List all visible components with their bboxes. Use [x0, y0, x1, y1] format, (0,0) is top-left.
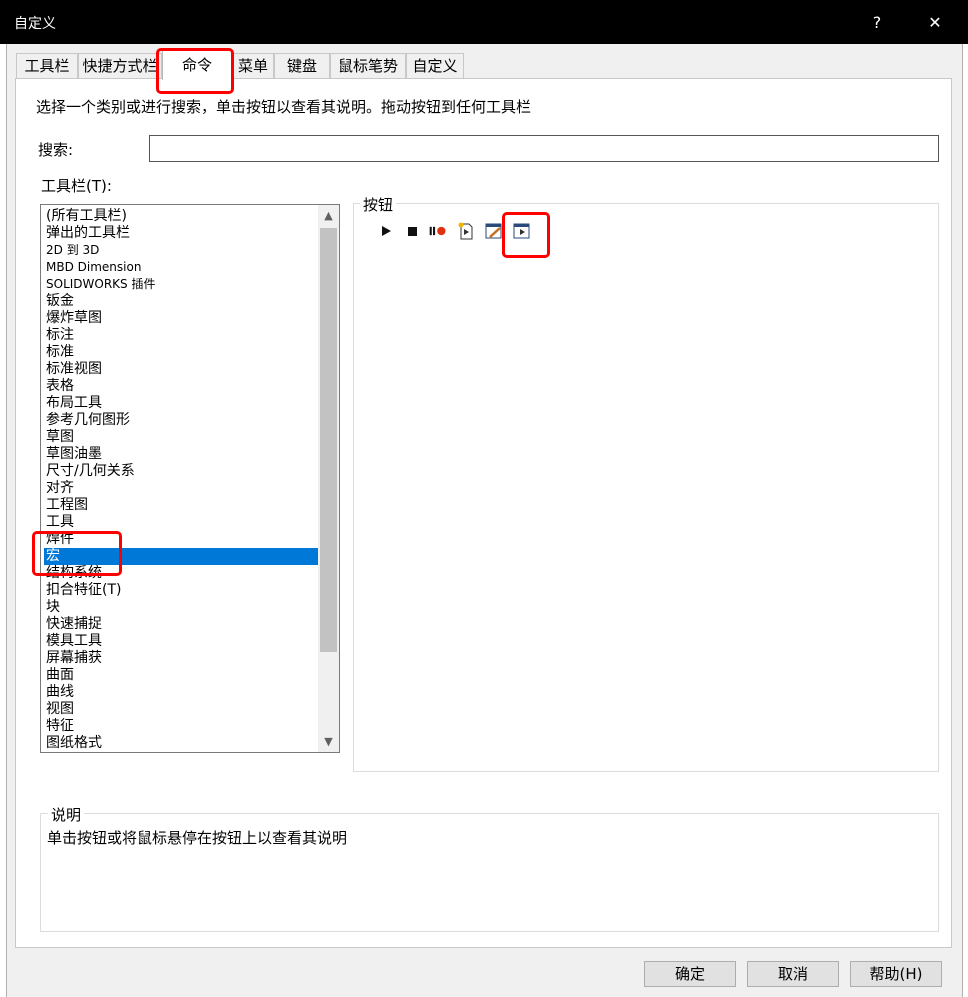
- tab-keyboard[interactable]: 键盘: [274, 53, 330, 78]
- toolbar-list-item[interactable]: 钣金: [44, 293, 319, 310]
- toolbar-list-item[interactable]: 模具工具: [44, 633, 319, 650]
- toolbar-list-item[interactable]: 标注: [44, 327, 319, 344]
- tab-commands[interactable]: 命令: [162, 49, 232, 80]
- description-text: 单击按钮或将鼠标悬停在按钮上以查看其说明: [47, 829, 348, 847]
- new-macro-icon[interactable]: [456, 221, 476, 241]
- toolbar-list-item[interactable]: 爆炸草图: [44, 310, 319, 327]
- custom-macro-icon[interactable]: [512, 221, 532, 241]
- toolbar-list-item[interactable]: 屏幕捕获: [44, 650, 319, 667]
- toolbar-list-item[interactable]: 焊件: [44, 531, 319, 548]
- tab-menus[interactable]: 菜单: [232, 53, 274, 78]
- tab-customization[interactable]: 自定义: [406, 53, 464, 78]
- cancel-button[interactable]: 取消: [747, 961, 839, 987]
- toolbar-list-item[interactable]: 曲线: [44, 684, 319, 701]
- toolbar-list-item[interactable]: 快速捕捉: [44, 616, 319, 633]
- search-label: 搜索:: [38, 141, 74, 159]
- toolbar-list-item[interactable]: 2D 到 3D: [44, 242, 319, 259]
- toolbar-list-item[interactable]: 特征: [44, 718, 319, 735]
- stop-macro-icon[interactable]: [403, 221, 423, 241]
- toolbar-list-item[interactable]: 宏: [44, 548, 319, 565]
- toolbar-list-item[interactable]: MBD Dimension: [44, 259, 319, 276]
- tab-shortcut-bars[interactable]: 快捷方式栏: [78, 53, 162, 78]
- toolbar-list-item[interactable]: 尺寸/几何关系: [44, 463, 319, 480]
- buttons-group-label: 按钮: [360, 194, 397, 215]
- edit-macro-icon[interactable]: [484, 221, 504, 241]
- toolbar-list-item[interactable]: 视图: [44, 701, 319, 718]
- toolbar-list-item[interactable]: 对齐: [44, 480, 319, 497]
- help-footer-button[interactable]: 帮助(H): [850, 961, 942, 987]
- toolbar-list-item[interactable]: 参考几何图形: [44, 412, 319, 429]
- scroll-down-icon[interactable]: ▼: [318, 731, 339, 752]
- scroll-thumb[interactable]: [320, 228, 337, 652]
- toolbars-listbox[interactable]: (所有工具栏) 弹出的工具栏 2D 到 3D MBD Dimension SOLIDWO…: [40, 204, 340, 753]
- toolbar-list-item[interactable]: 标准: [44, 344, 319, 361]
- window-title: 自定义: [14, 16, 56, 32]
- toolbar-list-item[interactable]: SOLIDWORKS 插件: [44, 276, 319, 293]
- toolbar-list-item[interactable]: 曲面: [44, 667, 319, 684]
- toolbars-label: 工具栏(T):: [41, 177, 112, 195]
- toolbar-list-item[interactable]: (所有工具栏): [44, 208, 319, 225]
- toolbar-list-item[interactable]: 工具: [44, 514, 319, 531]
- toolbar-list-item[interactable]: 结构系统: [44, 565, 319, 582]
- toolbar-list-item[interactable]: 图纸格式: [44, 735, 319, 752]
- toolbar-list-item[interactable]: 弹出的工具栏: [44, 225, 319, 242]
- play-macro-icon[interactable]: [377, 221, 397, 241]
- search-input[interactable]: [149, 135, 939, 162]
- list-scrollbar[interactable]: ▲ ▼: [318, 205, 339, 752]
- toolbar-list-item[interactable]: 草图: [44, 429, 319, 446]
- toolbar-list-item[interactable]: 布局工具: [44, 395, 319, 412]
- close-button[interactable]: ✕: [915, 6, 955, 40]
- pause-record-macro-icon[interactable]: [428, 221, 448, 241]
- title-bar: 自定义 ? ✕: [0, 0, 968, 44]
- description-label: 说明: [48, 804, 85, 825]
- instructions-text: 选择一个类别或进行搜索，单击按钮以查看其说明。拖动按钮到任何工具栏: [36, 98, 532, 116]
- toolbar-list-item[interactable]: 草图油墨: [44, 446, 319, 463]
- toolbar-list-item[interactable]: 扣合特征(T): [44, 582, 319, 599]
- background-window-edge-right: [962, 44, 968, 997]
- help-button[interactable]: ?: [857, 6, 897, 40]
- toolbar-list-item[interactable]: 标准视图: [44, 361, 319, 378]
- tab-toolbars[interactable]: 工具栏: [16, 53, 78, 78]
- ok-button[interactable]: 确定: [644, 961, 736, 987]
- background-window-edge: [0, 44, 7, 997]
- toolbar-list-item[interactable]: 工程图: [44, 497, 319, 514]
- buttons-groupbox: [353, 203, 939, 772]
- scroll-up-icon[interactable]: ▲: [318, 205, 339, 226]
- toolbar-list-item[interactable]: 表格: [44, 378, 319, 395]
- toolbar-list-item[interactable]: 块: [44, 599, 319, 616]
- tab-mouse-gestures[interactable]: 鼠标笔势: [330, 53, 406, 78]
